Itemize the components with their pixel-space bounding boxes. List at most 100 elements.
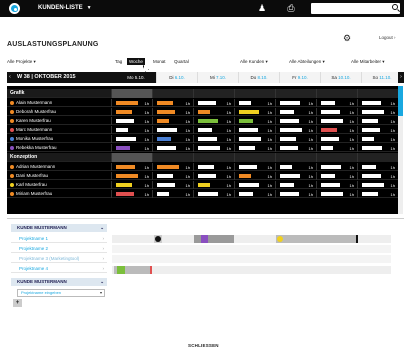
allocation-cell[interactable]: 1h <box>193 190 234 198</box>
allocation-cell[interactable]: 1h <box>275 144 316 152</box>
allocation-cell[interactable]: 1h <box>193 172 234 180</box>
allocation-cell[interactable]: 1h <box>357 163 398 171</box>
employee-row[interactable]: Miriam Musterfrau 1h 1h 1h 1h 1h 1h 1h <box>7 190 398 198</box>
timeline-segment[interactable] <box>276 235 356 243</box>
allocation-cell[interactable]: 1h <box>357 126 398 134</box>
allocation-cell[interactable]: 1h <box>152 126 193 134</box>
employee-row[interactable]: Dani Musterfrau 1h 1h 1h 1h 1h 1h 1h <box>7 172 398 180</box>
employee-row[interactable]: Adrian Mustermann 1h 1h 1h 1h 1h 1h 1h <box>7 163 398 171</box>
allocation-cell[interactable]: 1h <box>234 117 275 125</box>
allocation-cell[interactable]: 1h <box>316 144 357 152</box>
allocation-cell[interactable]: 1h <box>275 135 316 143</box>
allocation-cell[interactable]: 1h <box>234 99 275 107</box>
allocation-cell[interactable]: 1h <box>357 190 398 198</box>
day-column-header[interactable]: Fr 9.10. <box>280 72 321 83</box>
filter-projects[interactable]: Alle Projekte ▾ <box>7 59 36 65</box>
allocation-cell[interactable]: 1h <box>275 126 316 134</box>
allocation-cell[interactable]: 1h <box>152 144 193 152</box>
day-column-header[interactable]: Mi 7.10. <box>198 72 239 83</box>
printer-icon[interactable]: ⎙ <box>285 3 297 14</box>
allocation-cell[interactable]: 1h <box>316 190 357 198</box>
view-day[interactable]: Tag <box>115 59 122 64</box>
allocation-cell[interactable]: 1h <box>152 99 193 107</box>
allocation-cell[interactable]: 1h <box>111 181 152 189</box>
customer-list-menu[interactable]: KUNDEN-LISTE ▼ <box>38 5 92 11</box>
app-logo-icon[interactable] <box>9 3 20 14</box>
view-week[interactable]: Woche <box>127 58 145 65</box>
allocation-cell[interactable]: 1h <box>316 163 357 171</box>
allocation-cell[interactable]: 1h <box>111 190 152 198</box>
allocation-cell[interactable]: 1h <box>234 135 275 143</box>
allocation-cell[interactable]: 1h <box>111 108 152 116</box>
allocation-cell[interactable]: 1h <box>152 108 193 116</box>
view-quarter[interactable]: Quartal <box>174 59 189 64</box>
allocation-cell[interactable]: 1h <box>275 108 316 116</box>
allocation-cell[interactable]: 1h <box>234 108 275 116</box>
employee-row[interactable]: Marc Mustermann 1h 1h 1h 1h 1h 1h 1h <box>7 126 398 134</box>
allocation-cell[interactable]: 1h <box>193 108 234 116</box>
allocation-cell[interactable]: 1h <box>193 99 234 107</box>
allocation-cell[interactable]: 1h <box>193 126 234 134</box>
allocation-cell[interactable]: 1h <box>234 190 275 198</box>
allocation-cell[interactable]: 1h <box>316 117 357 125</box>
allocation-cell[interactable]: 1h <box>316 135 357 143</box>
allocation-cell[interactable]: 1h <box>316 126 357 134</box>
allocation-cell[interactable]: 1h <box>357 144 398 152</box>
day-column-header[interactable]: Sa 10.10. <box>321 72 362 83</box>
project-name-input[interactable]: Projektname eingeben ▾ <box>17 289 105 297</box>
scrollbar-thumb[interactable] <box>398 86 403 116</box>
employee-row[interactable]: Rebekka Musterfrau 1h 1h 1h 1h 1h 1h 1h <box>7 144 398 152</box>
allocation-cell[interactable]: 1h <box>111 172 152 180</box>
allocation-cell[interactable]: 1h <box>275 163 316 171</box>
allocation-cell[interactable]: 1h <box>234 172 275 180</box>
allocation-cell[interactable]: 1h <box>357 117 398 125</box>
employee-row[interactable]: Karen Musterfrau 1h 1h 1h 1h 1h 1h 1h <box>7 117 398 125</box>
allocation-cell[interactable]: 1h <box>316 108 357 116</box>
customer-header-2[interactable]: KUNDE MUSTERMANN ⌄ <box>11 278 107 286</box>
allocation-cell[interactable]: 1h <box>357 181 398 189</box>
allocation-cell[interactable]: 1h <box>111 117 152 125</box>
day-column-header[interactable]: Di 6.10. <box>157 72 198 83</box>
project-item[interactable]: Projektname 3 (Marketingtool) › <box>11 254 107 263</box>
timeline-segment[interactable] <box>194 235 234 243</box>
next-week-button[interactable]: › <box>398 72 404 83</box>
allocation-cell[interactable]: 1h <box>357 172 398 180</box>
employee-row[interactable]: Deborah Musterfrau 1h 1h 1h 1h 1h 1h 1h <box>7 108 398 116</box>
allocation-cell[interactable]: 1h <box>316 181 357 189</box>
filter-customers[interactable]: Alle Kunden ▾ <box>240 59 268 65</box>
filter-employees[interactable]: Alle Mitarbeiter ▾ <box>351 59 385 65</box>
allocation-cell[interactable]: 1h <box>193 163 234 171</box>
allocation-cell[interactable]: 1h <box>111 144 152 152</box>
allocation-cell[interactable]: 1h <box>152 172 193 180</box>
allocation-cell[interactable]: 1h <box>275 99 316 107</box>
close-button[interactable]: SCHLIESSEN <box>188 343 219 348</box>
allocation-cell[interactable]: 1h <box>152 163 193 171</box>
allocation-cell[interactable]: 1h <box>152 135 193 143</box>
allocation-cell[interactable]: 1h <box>193 144 234 152</box>
allocation-cell[interactable]: 1h <box>234 163 275 171</box>
customer-header[interactable]: KUNDE MUSTERMANN ⌄ <box>11 224 107 232</box>
allocation-cell[interactable]: 1h <box>152 190 193 198</box>
user-icon[interactable]: ♟ <box>256 3 268 14</box>
employee-row[interactable]: Alain Mustermann 1h 1h 1h 1h 1h 1h 1h <box>7 99 398 107</box>
group-row[interactable]: Grafik <box>7 89 398 98</box>
day-column-header[interactable]: Do 8.10. <box>239 72 280 83</box>
day-column-header[interactable]: Mo 5.10. <box>116 72 157 83</box>
allocation-cell[interactable]: 1h <box>234 126 275 134</box>
allocation-cell[interactable]: 1h <box>193 117 234 125</box>
search-icon[interactable] <box>392 4 398 10</box>
allocation-cell[interactable]: 1h <box>275 172 316 180</box>
allocation-cell[interactable]: 1h <box>111 99 152 107</box>
group-row[interactable]: Konzeption <box>7 153 398 162</box>
milestone-marker[interactable] <box>277 236 283 242</box>
milestone-marker[interactable] <box>155 236 161 242</box>
allocation-cell[interactable]: 1h <box>193 135 234 143</box>
allocation-cell[interactable]: 1h <box>316 172 357 180</box>
employee-row[interactable]: Karl Musterfrau 1h 1h 1h 1h 1h 1h 1h <box>7 181 398 189</box>
timeline-segment[interactable] <box>117 266 125 274</box>
project-item[interactable]: Projektname 4 › <box>11 264 107 273</box>
allocation-cell[interactable]: 1h <box>234 144 275 152</box>
allocation-cell[interactable]: 1h <box>357 108 398 116</box>
allocation-cell[interactable]: 1h <box>275 181 316 189</box>
allocation-cell[interactable]: 1h <box>275 190 316 198</box>
